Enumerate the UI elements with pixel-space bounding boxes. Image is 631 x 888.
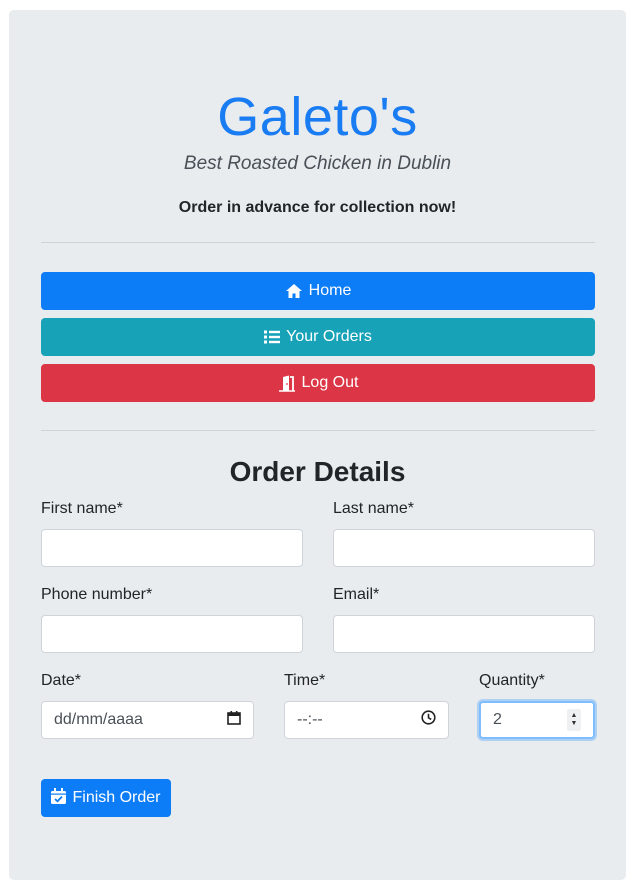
- quantity-label: Quantity*: [479, 672, 545, 689]
- divider-top: [41, 242, 595, 243]
- quantity-stepper[interactable]: 2 ▲ ▼: [479, 701, 595, 739]
- calendar-icon[interactable]: [227, 710, 241, 730]
- your-orders-button[interactable]: Your Orders: [41, 318, 595, 356]
- brand-title: Galeto's: [217, 87, 418, 147]
- email-field[interactable]: [333, 615, 595, 653]
- section-title: Order Details: [229, 456, 406, 487]
- last-name-label: Last name*: [333, 500, 414, 517]
- date-input[interactable]: dd/mm/aaaa: [41, 701, 254, 739]
- first-name-label: First name*: [41, 500, 123, 517]
- home-button[interactable]: Home: [41, 272, 595, 310]
- quantity-value: 2: [493, 711, 502, 728]
- spinner-arrows-icon[interactable]: ▲ ▼: [567, 709, 581, 731]
- log-out-button-label: Log Out: [301, 374, 359, 391]
- date-label: Date*: [41, 672, 82, 689]
- list-icon: [264, 330, 281, 344]
- tagline: Best Roasted Chicken in Dublin: [183, 153, 452, 174]
- divider-bottom: [41, 430, 595, 431]
- first-name-field[interactable]: [41, 529, 303, 567]
- promo-text: Order in advance for collection now!: [178, 199, 457, 216]
- time-label: Time*: [284, 672, 326, 689]
- calendar-check-icon: [51, 787, 67, 809]
- home-icon: [285, 283, 303, 299]
- date-placeholder: dd/mm/aaaa: [54, 711, 143, 728]
- phone-field[interactable]: [41, 615, 303, 653]
- log-out-button[interactable]: Log Out: [41, 364, 595, 402]
- door-exit-icon: [278, 375, 296, 392]
- your-orders-button-label: Your Orders: [286, 328, 372, 345]
- time-input[interactable]: --:--: [284, 701, 449, 739]
- finish-order-button[interactable]: Finish Order: [41, 779, 171, 817]
- finish-order-label: Finish Order: [72, 789, 161, 806]
- home-button-label: Home: [308, 282, 352, 299]
- time-placeholder: --:--: [297, 711, 323, 728]
- clock-icon[interactable]: [421, 710, 436, 730]
- phone-label: Phone number*: [41, 586, 153, 603]
- main-card: Galeto's Best Roasted Chicken in Dublin …: [9, 10, 626, 880]
- last-name-field[interactable]: [333, 529, 595, 567]
- email-label: Email*: [333, 586, 380, 603]
